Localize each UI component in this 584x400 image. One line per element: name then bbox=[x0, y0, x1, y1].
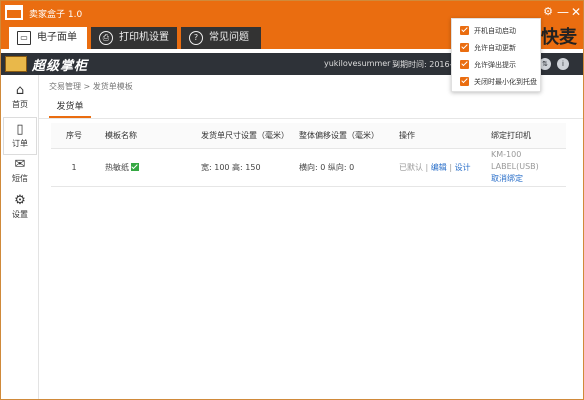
template-table: 序号 模板名称 发货单尺寸设置（毫米） 整体偏移设置（毫米） 操作 绑定打印机 … bbox=[51, 123, 566, 187]
user-menu[interactable]: yukilovesummer ⌄ bbox=[324, 59, 400, 68]
printer-cell: KM-100 LABEL(USB) 取消绑定 bbox=[483, 148, 566, 187]
offset-setting: 横向: 0 纵向: 0 bbox=[291, 148, 391, 187]
size-setting: 宽: 100 高: 150 bbox=[193, 148, 291, 187]
edit-link[interactable]: 编辑 bbox=[431, 163, 447, 172]
app-window: 卖家盒子 1.0 ⚙ — ✕ ▭ 电子面单 ⎙ 打印机设置 ? 常见问题 快麦 … bbox=[0, 0, 584, 400]
option-auto-start[interactable]: 开机自动启动 bbox=[460, 25, 516, 37]
sidebar-item-label: 短信 bbox=[12, 174, 28, 183]
row-index: 1 bbox=[51, 148, 97, 187]
column-header: 模板名称 bbox=[97, 123, 193, 149]
sidebar-item-sms[interactable]: ✉ 短信 bbox=[3, 153, 37, 191]
column-header: 发货单尺寸设置（毫米） bbox=[193, 123, 291, 149]
gear-icon: ⚙ bbox=[14, 193, 26, 208]
app-title: 卖家盒子 1.0 bbox=[29, 10, 83, 20]
tab-label: 常见问题 bbox=[209, 32, 249, 43]
info-icon[interactable]: i bbox=[557, 58, 569, 70]
operations-cell: 已默认 | 编辑 | 设计 bbox=[391, 148, 483, 187]
table-header-row: 序号 模板名称 发货单尺寸设置（毫米） 整体偏移设置（毫米） 操作 绑定打印机 bbox=[51, 123, 566, 149]
unbind-link[interactable]: 取消绑定 bbox=[491, 174, 523, 183]
home-icon: ⌂ bbox=[15, 83, 25, 98]
left-sidebar: ⌂ 首页 ▯ 订单 ✉ 短信 ⚙ 设置 bbox=[1, 75, 39, 399]
option-auto-update[interactable]: 允许自动更新 bbox=[460, 42, 516, 54]
monitor-icon: ▭ bbox=[17, 31, 31, 45]
option-label: 允许自动更新 bbox=[474, 44, 516, 52]
design-link[interactable]: 设计 bbox=[455, 163, 471, 172]
tab-printer-settings[interactable]: ⎙ 打印机设置 bbox=[91, 27, 177, 49]
settings-gear-icon[interactable]: ⚙ bbox=[541, 4, 555, 20]
option-label: 允许弹出提示 bbox=[474, 61, 516, 69]
separator: | bbox=[423, 162, 431, 172]
sidebar-item-orders[interactable]: ▯ 订单 bbox=[3, 117, 37, 155]
settings-dropdown: 开机自动启动 允许自动更新 允许弹出提示 关闭时最小化到托盘 bbox=[451, 18, 541, 92]
checkbox-checked-icon[interactable] bbox=[460, 77, 469, 86]
question-icon: ? bbox=[189, 31, 203, 45]
column-header: 序号 bbox=[51, 123, 97, 149]
inner-logo-text: 超级掌柜 bbox=[32, 59, 89, 74]
expire-date: 到期时间: 2016-1-2 bbox=[392, 60, 454, 69]
printer-name: KM-100 LABEL(USB) bbox=[491, 150, 539, 171]
abacus-logo-icon bbox=[5, 56, 27, 72]
breadcrumb: 交易管理 > 发货单模板 bbox=[49, 82, 133, 91]
option-minimize-tray[interactable]: 关闭时最小化到托盘 bbox=[460, 76, 537, 88]
sidebar-item-home[interactable]: ⌂ 首页 bbox=[3, 79, 37, 117]
column-header: 整体偏移设置（毫米） bbox=[291, 123, 391, 149]
sidebar-item-label: 首页 bbox=[12, 100, 28, 109]
checkbox-checked-icon[interactable] bbox=[460, 26, 469, 35]
sidebar-item-label: 订单 bbox=[12, 139, 28, 148]
brand-logo-text: 快麦 bbox=[541, 27, 577, 48]
edit-check-icon[interactable] bbox=[131, 163, 139, 171]
column-header: 操作 bbox=[391, 123, 483, 149]
template-name: 热敏纸 bbox=[105, 162, 129, 172]
option-label: 关闭时最小化到托盘 bbox=[474, 78, 537, 86]
checkbox-checked-icon[interactable] bbox=[460, 43, 469, 52]
app-logo-icon bbox=[5, 5, 23, 20]
default-status: 已默认 bbox=[399, 162, 423, 172]
close-button[interactable]: ✕ bbox=[569, 4, 583, 20]
tab-waybill[interactable]: 发货单 bbox=[49, 98, 91, 118]
separator: | bbox=[446, 162, 455, 172]
option-show-tips[interactable]: 允许弹出提示 bbox=[460, 59, 516, 71]
tab-label: 打印机设置 bbox=[119, 32, 169, 43]
checkbox-checked-icon[interactable] bbox=[460, 60, 469, 69]
table-row: 1 热敏纸 宽: 100 高: 150 横向: 0 纵向: 0 已默认 | 编辑… bbox=[51, 148, 566, 187]
tab-label: 电子面单 bbox=[37, 32, 77, 43]
sidebar-item-settings[interactable]: ⚙ 设置 bbox=[3, 189, 37, 227]
divider bbox=[39, 118, 583, 119]
mail-icon: ✉ bbox=[14, 157, 26, 172]
tab-faq[interactable]: ? 常见问题 bbox=[181, 27, 261, 49]
tab-electronic-waybill[interactable]: ▭ 电子面单 bbox=[9, 27, 87, 49]
template-name-cell: 热敏纸 bbox=[97, 148, 193, 187]
sidebar-item-label: 设置 bbox=[12, 210, 28, 219]
printer-icon: ⎙ bbox=[99, 31, 113, 45]
column-header: 绑定打印机 bbox=[483, 123, 566, 149]
option-label: 开机自动启动 bbox=[474, 27, 516, 35]
minimize-button[interactable]: — bbox=[556, 4, 570, 20]
phone-icon: ▯ bbox=[16, 122, 24, 137]
